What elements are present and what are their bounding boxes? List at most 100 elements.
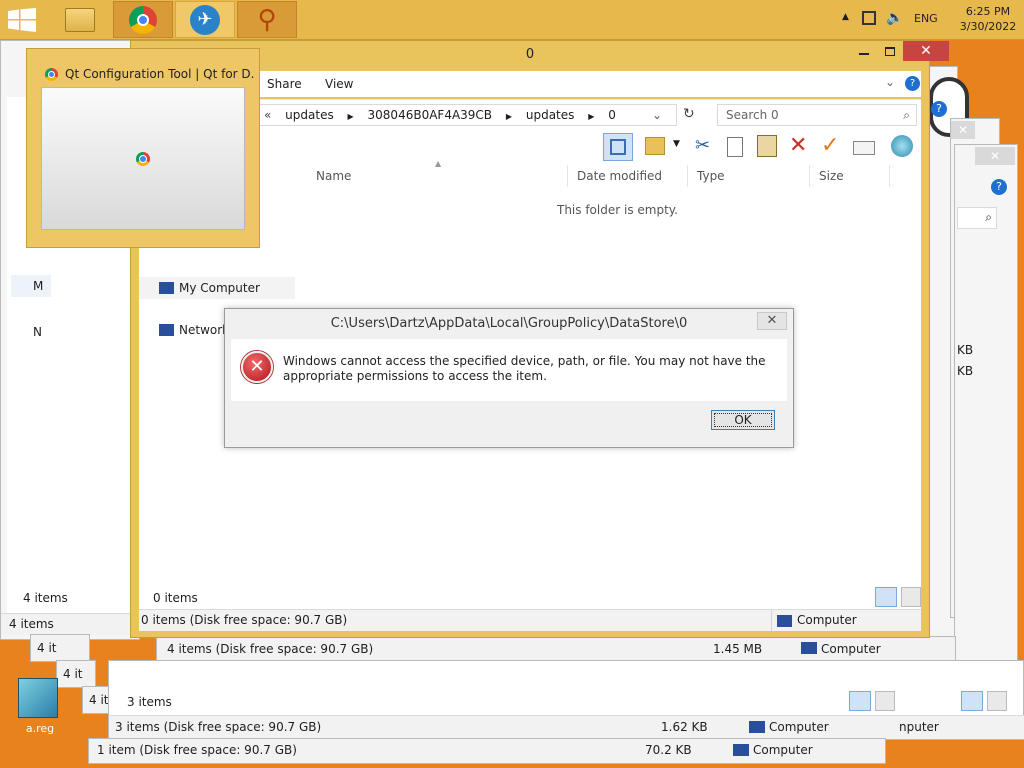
close-icon: ✕ — [766, 313, 778, 328]
back-window-4-location: Computer — [753, 743, 813, 757]
close-icon[interactable]: ✕ — [975, 147, 1015, 165]
back-window-3-items-count: 3 items — [127, 695, 172, 709]
view-large-icons-icon-2[interactable] — [987, 691, 1007, 711]
back-window-4-size: 70.2 KB — [645, 743, 692, 757]
breadcrumb-overflow[interactable]: « — [264, 108, 271, 122]
back-explorer-window-stack-a[interactable]: 4 it — [30, 634, 90, 662]
back-window-1-nav-computer[interactable]: M — [11, 275, 51, 297]
start-button[interactable] — [8, 8, 38, 34]
clock[interactable]: 6:25 PM 3/30/2022 — [958, 4, 1018, 34]
volume-muted-icon[interactable]: 🔈 — [886, 10, 903, 26]
breadcrumb-item[interactable]: updates — [526, 108, 575, 122]
help-icon[interactable]: ? — [991, 179, 1007, 195]
breadcrumb-item[interactable]: updates — [285, 108, 334, 122]
address-dropdown-icon[interactable]: ⌄ — [652, 105, 662, 125]
view-large-icons-icon[interactable] — [901, 587, 921, 607]
column-divider[interactable] — [809, 165, 810, 187]
taskbar-search-app[interactable]: ⚲ — [237, 1, 297, 38]
registry-file-icon — [18, 678, 58, 718]
help-icon[interactable]: ? — [931, 101, 947, 117]
column-header-name[interactable]: Name — [316, 169, 351, 183]
refresh-icon[interactable]: ↻ — [683, 106, 695, 122]
close-icon: ✕ — [920, 43, 932, 59]
view-details-icon[interactable] — [849, 691, 871, 711]
search-box-partial[interactable]: ⌕ — [957, 207, 997, 229]
computer-icon — [801, 642, 817, 654]
taskbar-thumbnail-preview[interactable]: Qt Configuration Tool | Qt for D... — [26, 48, 260, 248]
clock-date: 3/30/2022 — [959, 20, 1017, 33]
column-divider[interactable] — [687, 165, 688, 187]
computer-icon — [777, 615, 792, 627]
back-window-4-status: 1 item (Disk free space: 90.7 GB) — [97, 743, 297, 757]
expand-ribbon-chevron-icon[interactable]: ⌄ — [885, 75, 895, 89]
checkmark-icon[interactable]: ✓ — [821, 133, 839, 158]
column-divider[interactable] — [889, 165, 890, 187]
breadcrumb-item[interactable]: 0 — [608, 108, 616, 122]
dialog-body: ✕ Windows cannot access the specified de… — [231, 339, 787, 401]
back-explorer-window-4[interactable]: 1 item (Disk free space: 90.7 GB) 70.2 K… — [88, 738, 886, 764]
tray-overflow-chevron-icon[interactable]: ▲ — [842, 12, 849, 22]
preview-pane-icon[interactable] — [603, 133, 633, 161]
chrome-icon — [136, 152, 150, 166]
computer-icon — [159, 282, 174, 294]
view-details-icon[interactable] — [875, 587, 897, 607]
column-divider[interactable] — [567, 165, 568, 187]
help-icon[interactable]: ? — [905, 76, 920, 91]
taskbar-chrome[interactable] — [113, 1, 173, 38]
back-window-1-nav-network[interactable]: N — [11, 321, 51, 343]
back-window-2-status: 4 items (Disk free space: 90.7 GB) — [167, 642, 374, 656]
language-indicator[interactable]: ENG — [914, 12, 944, 25]
magnifier-icon: ⚲ — [257, 4, 277, 35]
error-dialog[interactable]: C:\Users\Dartz\AppData\Local\GroupPolicy… — [224, 308, 794, 448]
back-explorer-window-right-3[interactable]: ✕ ? ⌕ KB KB — [954, 144, 1018, 709]
breadcrumb-item[interactable]: 308046B0AF4A39CB — [368, 108, 493, 122]
search-input[interactable]: Search 0 ⌕ — [717, 104, 917, 126]
thumbnail-window-preview[interactable] — [41, 87, 245, 230]
properties-globe-icon[interactable] — [891, 135, 913, 157]
error-icon: ✕ — [241, 351, 273, 383]
stack-c-status: 4 it — [89, 693, 109, 707]
clock-time: 6:25 PM — [965, 5, 1011, 18]
dropdown-arrow-icon[interactable]: ▼ — [673, 139, 680, 149]
tab-share[interactable]: Share — [267, 77, 302, 91]
address-bar[interactable]: « updates ▶ 308046B0AF4A39CB ▶ updates ▶… — [257, 104, 677, 126]
computer-icon — [733, 744, 749, 756]
back-window-3-size: 1.62 KB — [661, 720, 708, 734]
copy-icon[interactable] — [727, 137, 743, 157]
chrome-icon — [129, 5, 157, 34]
column-header-size[interactable]: Size — [819, 169, 844, 183]
taskbar-file-explorer[interactable] — [50, 1, 110, 38]
close-button[interactable]: ✕ — [903, 41, 949, 61]
nav-item-my-computer[interactable]: My Computer — [139, 277, 295, 299]
column-header-date[interactable]: Date modified — [577, 169, 662, 183]
rename-icon[interactable] — [853, 141, 875, 155]
minimize-button[interactable] — [851, 41, 877, 61]
back-explorer-window-3[interactable]: 3 items 3 items (Disk free space: 90.7 G… — [108, 660, 1024, 740]
tab-view[interactable]: View — [325, 77, 353, 91]
sort-arrow-icon: ▲ — [435, 159, 442, 168]
desktop-icon-reg-file[interactable]: a.reg — [10, 676, 70, 746]
cut-icon[interactable]: ✂ — [695, 135, 710, 156]
maximize-button[interactable] — [877, 41, 903, 61]
breadcrumb-separator-icon[interactable]: ▶ — [588, 112, 594, 121]
maximize-icon — [885, 46, 895, 56]
view-large-icons-icon[interactable] — [875, 691, 895, 711]
move-to-folder-icon[interactable] — [645, 137, 665, 155]
back-window-2-size: 1.45 MB — [713, 642, 763, 656]
thumbnail-title: Qt Configuration Tool | Qt for D... — [65, 67, 255, 81]
ok-button[interactable]: OK — [711, 410, 775, 430]
column-header-type[interactable]: Type — [697, 169, 725, 183]
network-tray-icon[interactable] — [862, 11, 876, 25]
empty-folder-message: This folder is empty. — [557, 203, 678, 217]
items-count: 0 items — [153, 591, 198, 605]
search-icon: ⌕ — [903, 108, 910, 122]
delete-icon[interactable]: ✕ — [789, 133, 807, 158]
view-details-icon-2[interactable] — [961, 691, 983, 711]
breadcrumb-separator-icon[interactable]: ▶ — [348, 112, 354, 121]
close-icon[interactable]: ✕ — [951, 121, 975, 139]
dialog-close-button[interactable]: ✕ — [757, 312, 787, 330]
breadcrumb-separator-icon[interactable]: ▶ — [506, 112, 512, 121]
chrome-icon — [45, 68, 58, 81]
taskbar-app-bird[interactable]: ✈ — [175, 1, 235, 38]
paste-icon[interactable] — [757, 135, 777, 157]
